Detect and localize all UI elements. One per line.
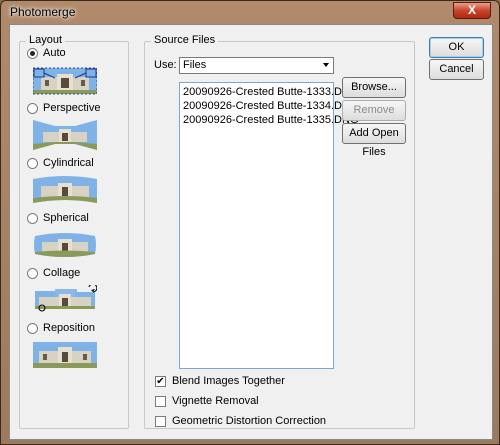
geometric-distortion-checkbox[interactable] — [155, 415, 166, 427]
vignette-removal-checkbox[interactable] — [155, 395, 166, 407]
file-list-item[interactable]: 20090926-Crested Butte-1333.DNG — [180, 85, 359, 99]
cylindrical-layout-thumbnail[interactable] — [33, 175, 97, 205]
layout-group: Layout Auto Perspective Cylindrical Sphe… — [19, 34, 129, 429]
radio-auto[interactable] — [27, 47, 38, 59]
radio-spherical[interactable] — [27, 212, 38, 224]
source-files-group: Source Files Use: Files 20090926-Crested… — [144, 34, 415, 429]
radio-collage[interactable] — [27, 267, 38, 279]
add-open-files-button[interactable]: Add Open Files — [342, 123, 406, 158]
blend-images-checkbox[interactable]: ✔ — [155, 375, 166, 387]
geometric-distortion-option[interactable]: Geometric Distortion Correction — [155, 414, 326, 428]
source-file-list[interactable]: 20090926-Crested Butte-1333.DNG 20090926… — [179, 82, 359, 369]
layout-option-label: Reposition — [43, 322, 95, 334]
layout-option-auto[interactable]: Auto — [27, 46, 66, 60]
vignette-removal-option[interactable]: Vignette Removal — [155, 394, 259, 408]
layout-group-label: Layout — [26, 34, 66, 46]
title-bar[interactable]: Photomerge X — [1, 1, 499, 23]
close-button[interactable]: X — [453, 2, 491, 19]
layout-option-collage[interactable]: Collage — [27, 266, 80, 280]
use-select-value: Files — [183, 59, 207, 71]
chevron-down-icon — [323, 63, 329, 67]
file-list-item[interactable]: 20090926-Crested Butte-1335.DNG — [180, 113, 359, 127]
cancel-button[interactable]: Cancel — [429, 59, 484, 80]
vignette-removal-label: Vignette Removal — [172, 395, 259, 407]
file-list-item[interactable]: 20090926-Crested Butte-1334.DNG — [180, 99, 359, 113]
source-files-group-label: Source Files — [151, 34, 219, 46]
use-select[interactable]: Files — [179, 57, 334, 74]
layout-option-label: Perspective — [43, 102, 101, 114]
use-label: Use: — [154, 59, 177, 71]
remove-button[interactable]: Remove — [342, 100, 406, 121]
perspective-layout-thumbnail[interactable] — [33, 120, 97, 150]
layout-option-spherical[interactable]: Spherical — [27, 211, 89, 225]
dialog-body: Layout Auto Perspective Cylindrical Sphe… — [9, 24, 493, 440]
layout-option-label: Cylindrical — [43, 157, 94, 169]
radio-cylindrical[interactable] — [27, 157, 38, 169]
spherical-layout-thumbnail[interactable] — [33, 230, 97, 260]
layout-option-label: Collage — [43, 267, 81, 279]
collage-layout-thumbnail[interactable] — [33, 285, 97, 315]
layout-option-cylindrical[interactable]: Cylindrical — [27, 156, 94, 170]
ok-button[interactable]: OK — [429, 37, 484, 58]
layout-option-perspective[interactable]: Perspective — [27, 101, 100, 115]
layout-option-label: Auto — [43, 47, 66, 59]
geometric-distortion-label: Geometric Distortion Correction — [172, 415, 327, 427]
radio-reposition[interactable] — [27, 322, 38, 334]
window-title: Photomerge — [10, 5, 76, 19]
browse-button[interactable]: Browse... — [342, 77, 406, 98]
photomerge-dialog: Photomerge X Layout Auto Perspective Cyl… — [0, 0, 500, 445]
radio-perspective[interactable] — [27, 102, 38, 114]
blend-images-label: Blend Images Together — [172, 375, 285, 387]
auto-layout-thumbnail[interactable] — [33, 66, 97, 96]
layout-option-label: Spherical — [43, 212, 89, 224]
blend-images-option[interactable]: ✔ Blend Images Together — [155, 374, 285, 388]
reposition-layout-thumbnail[interactable] — [33, 340, 97, 370]
layout-option-reposition[interactable]: Reposition — [27, 321, 95, 335]
